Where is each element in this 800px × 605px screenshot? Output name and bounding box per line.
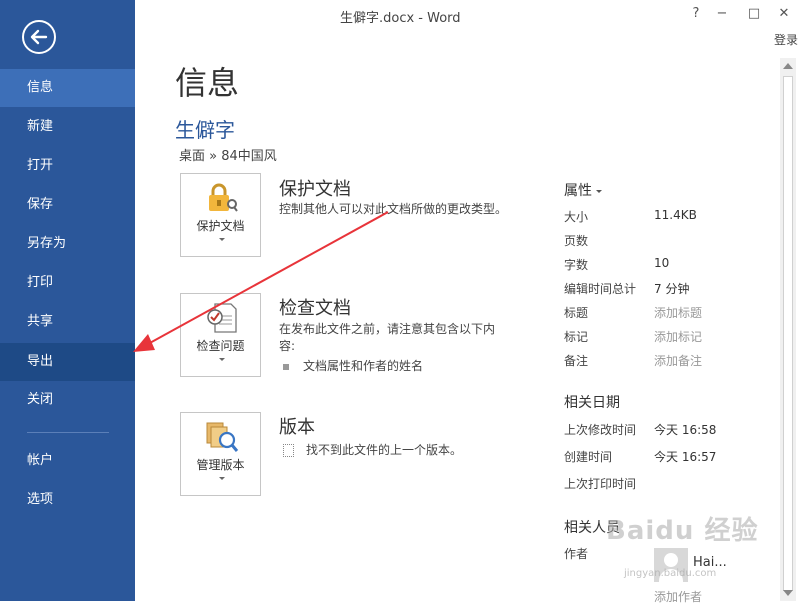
- add-author-link[interactable]: 添加作者: [654, 588, 702, 605]
- vertical-scrollbar[interactable]: [780, 58, 796, 601]
- prop-label-created: 创建时间: [564, 450, 613, 464]
- scroll-thumb[interactable]: [783, 76, 793, 591]
- prop-label-printed: 上次打印时间: [564, 477, 637, 491]
- inspect-bullet-item: 文档属性和作者的姓名: [283, 357, 423, 374]
- check-issues-button[interactable]: 检查问题: [180, 293, 261, 377]
- inspect-document-icon: [205, 302, 239, 338]
- add-tags-field[interactable]: 添加标记: [654, 328, 702, 345]
- page-title: 信息: [175, 64, 240, 102]
- prop-value-words: 10: [654, 256, 670, 270]
- chevron-down-icon: [219, 238, 225, 241]
- scroll-up-icon[interactable]: [783, 63, 793, 69]
- avatar-head-icon: [664, 553, 678, 567]
- related-dates-heading: 相关日期: [564, 395, 620, 411]
- sidebar-divider: [27, 432, 109, 433]
- manage-versions-label: 管理版本: [196, 458, 245, 472]
- sidebar-item-options[interactable]: 选项: [0, 481, 135, 519]
- sidebar-item-share[interactable]: 共享: [0, 303, 135, 341]
- sidebar-item-open[interactable]: 打开: [0, 147, 135, 185]
- sidebar-item-new[interactable]: 新建: [0, 108, 135, 146]
- document-path: 桌面 » 84中国风: [179, 149, 277, 164]
- prop-value-created: 今天 16:57: [654, 450, 717, 464]
- chevron-down-icon: [219, 358, 225, 361]
- prop-value-size: 11.4KB: [654, 208, 697, 222]
- sidebar-item-save[interactable]: 保存: [0, 186, 135, 224]
- properties-heading-label: 属性: [564, 183, 592, 199]
- sidebar-item-export[interactable]: 导出: [0, 343, 135, 381]
- prop-label-words: 字数: [564, 258, 589, 272]
- document-name: 生僻字: [175, 118, 235, 142]
- versions-desc-row: 找不到此文件的上一个版本。: [283, 441, 462, 458]
- prop-value-modified: 今天 16:58: [654, 423, 717, 437]
- sidebar-item-print[interactable]: 打印: [0, 264, 135, 302]
- prop-label-size: 大小: [564, 210, 589, 224]
- add-title-field[interactable]: 添加标题: [654, 304, 702, 321]
- login-link[interactable]: 登录: [774, 31, 798, 48]
- prop-label-tags: 标记: [564, 330, 589, 344]
- document-icon: [283, 444, 294, 457]
- prop-label-edit-time: 编辑时间总计: [564, 282, 637, 296]
- versions-icon: [205, 421, 239, 457]
- prop-label-author: 作者: [564, 547, 589, 561]
- sidebar-item-info[interactable]: 信息: [0, 69, 135, 107]
- properties-heading[interactable]: 属性: [564, 180, 602, 200]
- sidebar-item-save-as[interactable]: 另存为: [0, 225, 135, 263]
- inspect-section-title: 检查文档: [279, 298, 351, 319]
- baidu-watermark-url: jingyan.baidu.com: [624, 568, 717, 579]
- inspect-bullet-text: 文档属性和作者的姓名: [303, 359, 424, 373]
- manage-versions-button[interactable]: 管理版本: [180, 412, 261, 496]
- window-title: 生僻字.docx - Word: [340, 11, 461, 26]
- prop-label-pages: 页数: [564, 234, 589, 248]
- prop-label-modified: 上次修改时间: [564, 423, 637, 437]
- prop-label-title: 标题: [564, 306, 589, 320]
- baidu-watermark: Baidu 经验: [606, 516, 759, 546]
- minimize-button[interactable]: −: [714, 6, 730, 21]
- protect-section-title: 保护文档: [279, 179, 351, 200]
- inspect-section-desc: 在发布此文件之前，请注意其包含以下内容:: [279, 322, 496, 353]
- scroll-down-icon[interactable]: [783, 590, 793, 596]
- add-comments-field[interactable]: 添加备注: [654, 352, 702, 369]
- check-issues-label: 检查问题: [196, 339, 245, 353]
- backstage-sidebar: 信息 新建 打开 保存 另存为 打印 共享 导出 关闭 帐户 选项: [0, 0, 135, 601]
- help-button[interactable]: ?: [688, 6, 704, 21]
- maximize-button[interactable]: □: [746, 6, 762, 21]
- versions-section-desc: 找不到此文件的上一个版本。: [306, 443, 463, 457]
- sidebar-item-account[interactable]: 帐户: [0, 442, 135, 480]
- protect-document-label: 保护文档: [196, 219, 245, 233]
- chevron-down-icon: [219, 477, 225, 480]
- lock-icon: [205, 182, 239, 218]
- back-arrow-icon[interactable]: [22, 20, 56, 54]
- sidebar-item-close[interactable]: 关闭: [0, 381, 135, 419]
- bullet-icon: [283, 363, 289, 370]
- prop-value-edit-time: 7 分钟: [654, 282, 690, 296]
- versions-section-title: 版本: [279, 417, 315, 438]
- prop-label-comments: 备注: [564, 354, 589, 368]
- chevron-down-icon: [596, 189, 602, 193]
- protect-document-button[interactable]: 保护文档: [180, 173, 261, 257]
- close-button[interactable]: ✕: [776, 6, 792, 21]
- protect-section-desc: 控制其他人可以对此文档所做的更改类型。: [279, 202, 508, 216]
